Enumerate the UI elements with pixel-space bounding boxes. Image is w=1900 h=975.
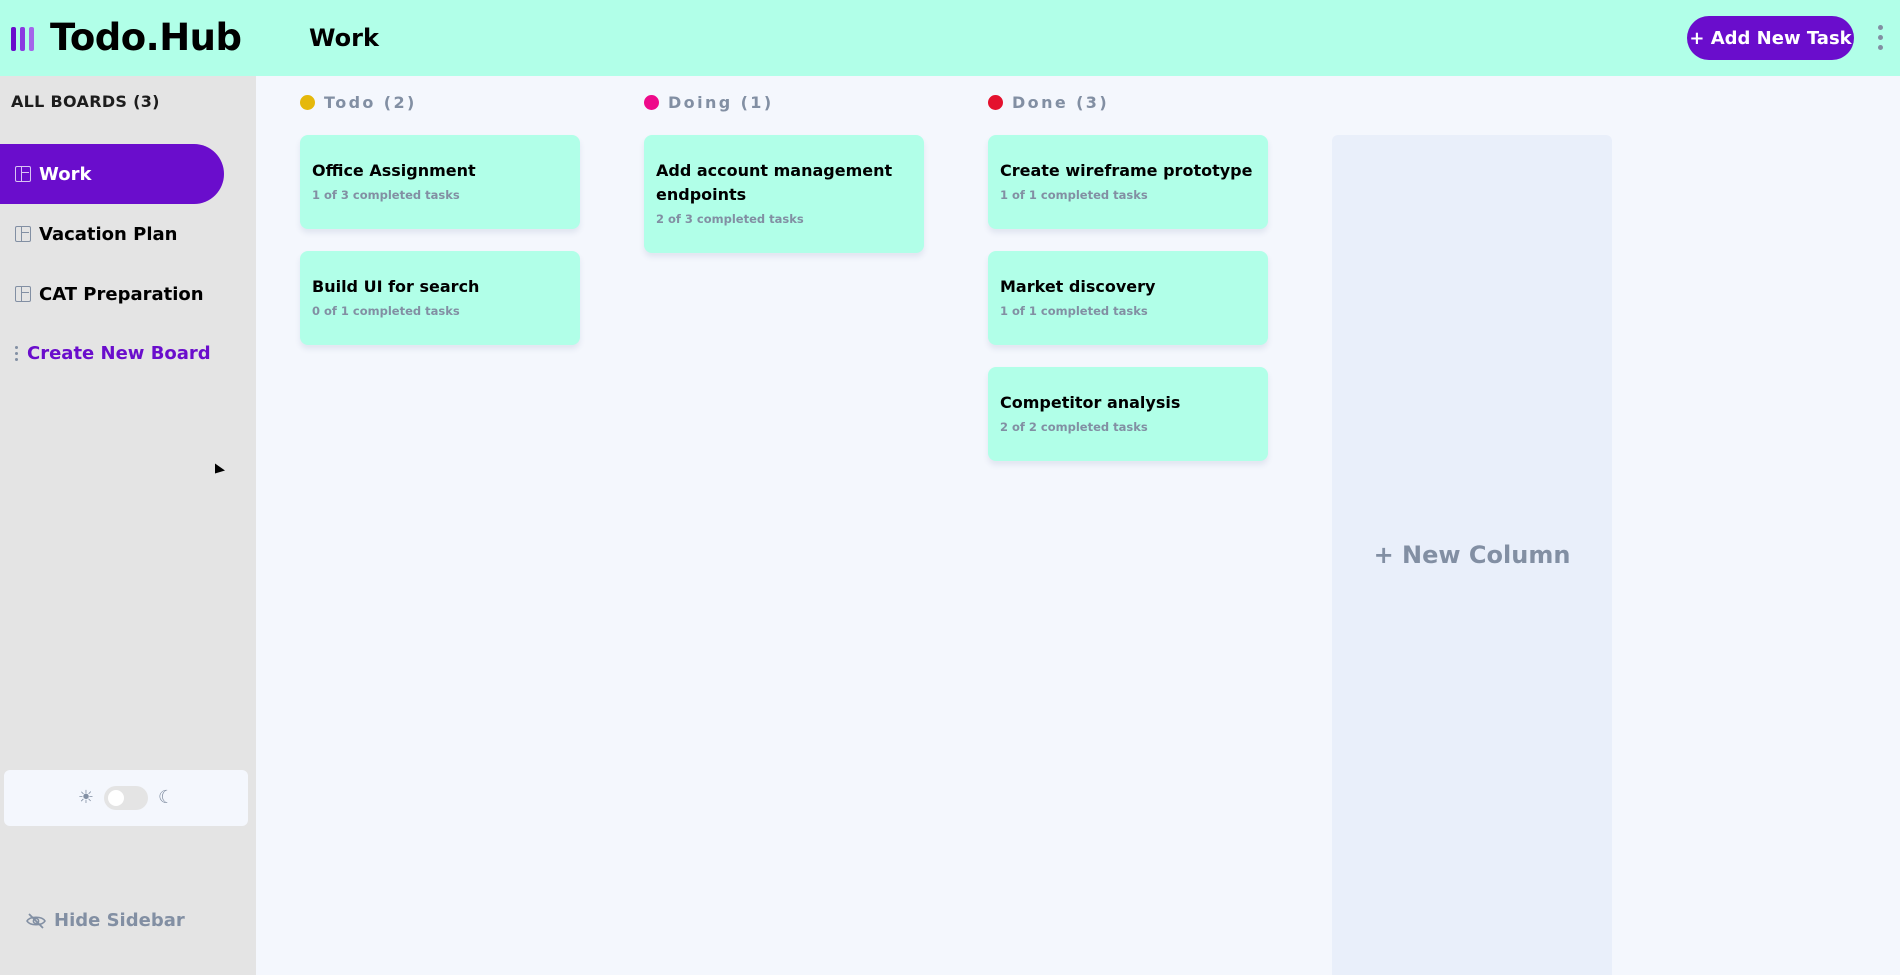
task-card[interactable]: Office Assignment 1 of 3 completed tasks — [300, 135, 580, 229]
column-header: Doing (1) — [644, 90, 924, 114]
create-new-board-button[interactable]: Create New Board — [0, 338, 211, 368]
task-subtasks: 1 of 1 completed tasks — [1000, 304, 1148, 318]
column-doing: Doing (1) Add account management endpoin… — [644, 90, 924, 253]
new-column-button[interactable]: + New Column — [1332, 135, 1612, 975]
column-header: Todo (2) — [300, 90, 580, 114]
board-icon — [15, 166, 31, 182]
task-card[interactable]: Competitor analysis 2 of 2 completed tas… — [988, 367, 1268, 461]
task-subtasks: 2 of 3 completed tasks — [656, 212, 804, 226]
task-title: Build UI for search — [312, 277, 480, 296]
app-header: Todo.Hub Work + Add New Task — [0, 0, 1900, 76]
task-title: Office Assignment — [312, 161, 476, 180]
task-subtasks: 2 of 2 completed tasks — [1000, 420, 1148, 434]
all-boards-heading: ALL BOARDS (3) — [11, 92, 160, 111]
app-logo-text: Todo.Hub — [50, 16, 242, 59]
task-subtasks: 1 of 3 completed tasks — [312, 188, 460, 202]
vertical-ellipsis-icon[interactable] — [1876, 25, 1884, 51]
board-icon — [15, 226, 31, 242]
moon-icon: ☾ — [158, 787, 175, 808]
column-todo: Todo (2) Office Assignment 1 of 3 comple… — [300, 90, 580, 345]
eye-slash-icon — [26, 912, 46, 929]
status-dot — [300, 94, 315, 110]
theme-toggle[interactable] — [104, 786, 148, 810]
column-done: Done (3) Create wireframe prototype 1 of… — [988, 90, 1268, 461]
sidebar-item-label: Work — [39, 163, 92, 185]
task-title: Competitor analysis — [1000, 393, 1181, 412]
theme-switcher: ☀ ☾ — [4, 770, 248, 826]
sidebar-item-work[interactable]: Work — [0, 144, 224, 204]
vertical-ellipsis-icon — [15, 345, 18, 361]
sidebar-item-vacation-plan[interactable]: Vacation Plan — [0, 204, 224, 264]
task-card[interactable]: Add account management endpoints 2 of 3 … — [644, 135, 924, 253]
add-new-task-button[interactable]: + Add New Task — [1687, 16, 1854, 60]
logo-icon — [11, 27, 34, 51]
task-subtasks: 0 of 1 completed tasks — [312, 304, 460, 318]
column-title: Done (3) — [1012, 92, 1110, 112]
board-title: Work — [309, 24, 379, 52]
task-subtasks: 1 of 1 completed tasks — [1000, 188, 1148, 202]
task-title: Market discovery — [1000, 277, 1156, 296]
create-board-label: Create New Board — [27, 342, 211, 364]
task-title: Create wireframe prototype — [1000, 161, 1253, 180]
status-dot — [644, 94, 659, 110]
sidebar-item-label: Vacation Plan — [39, 223, 178, 245]
hide-sidebar-label: Hide Sidebar — [54, 910, 185, 931]
task-card[interactable]: Market discovery 1 of 1 completed tasks — [988, 251, 1268, 345]
column-header: Done (3) — [988, 90, 1268, 114]
task-title: Add account management endpoints — [656, 161, 893, 204]
sidebar-item-cat-preparation[interactable]: CAT Preparation — [0, 264, 224, 324]
sidebar: ALL BOARDS (3) Work Vacation Plan CAT Pr… — [0, 76, 256, 975]
sun-icon: ☀ — [77, 787, 94, 808]
task-card[interactable]: Create wireframe prototype 1 of 1 comple… — [988, 135, 1268, 229]
board-icon — [15, 286, 31, 302]
sidebar-item-label: CAT Preparation — [39, 283, 204, 305]
status-dot — [988, 94, 1003, 110]
column-title: Todo (2) — [324, 92, 417, 112]
column-title: Doing (1) — [668, 92, 774, 112]
hide-sidebar-button[interactable]: Hide Sidebar — [26, 910, 185, 931]
task-card[interactable]: Build UI for search 0 of 1 completed tas… — [300, 251, 580, 345]
